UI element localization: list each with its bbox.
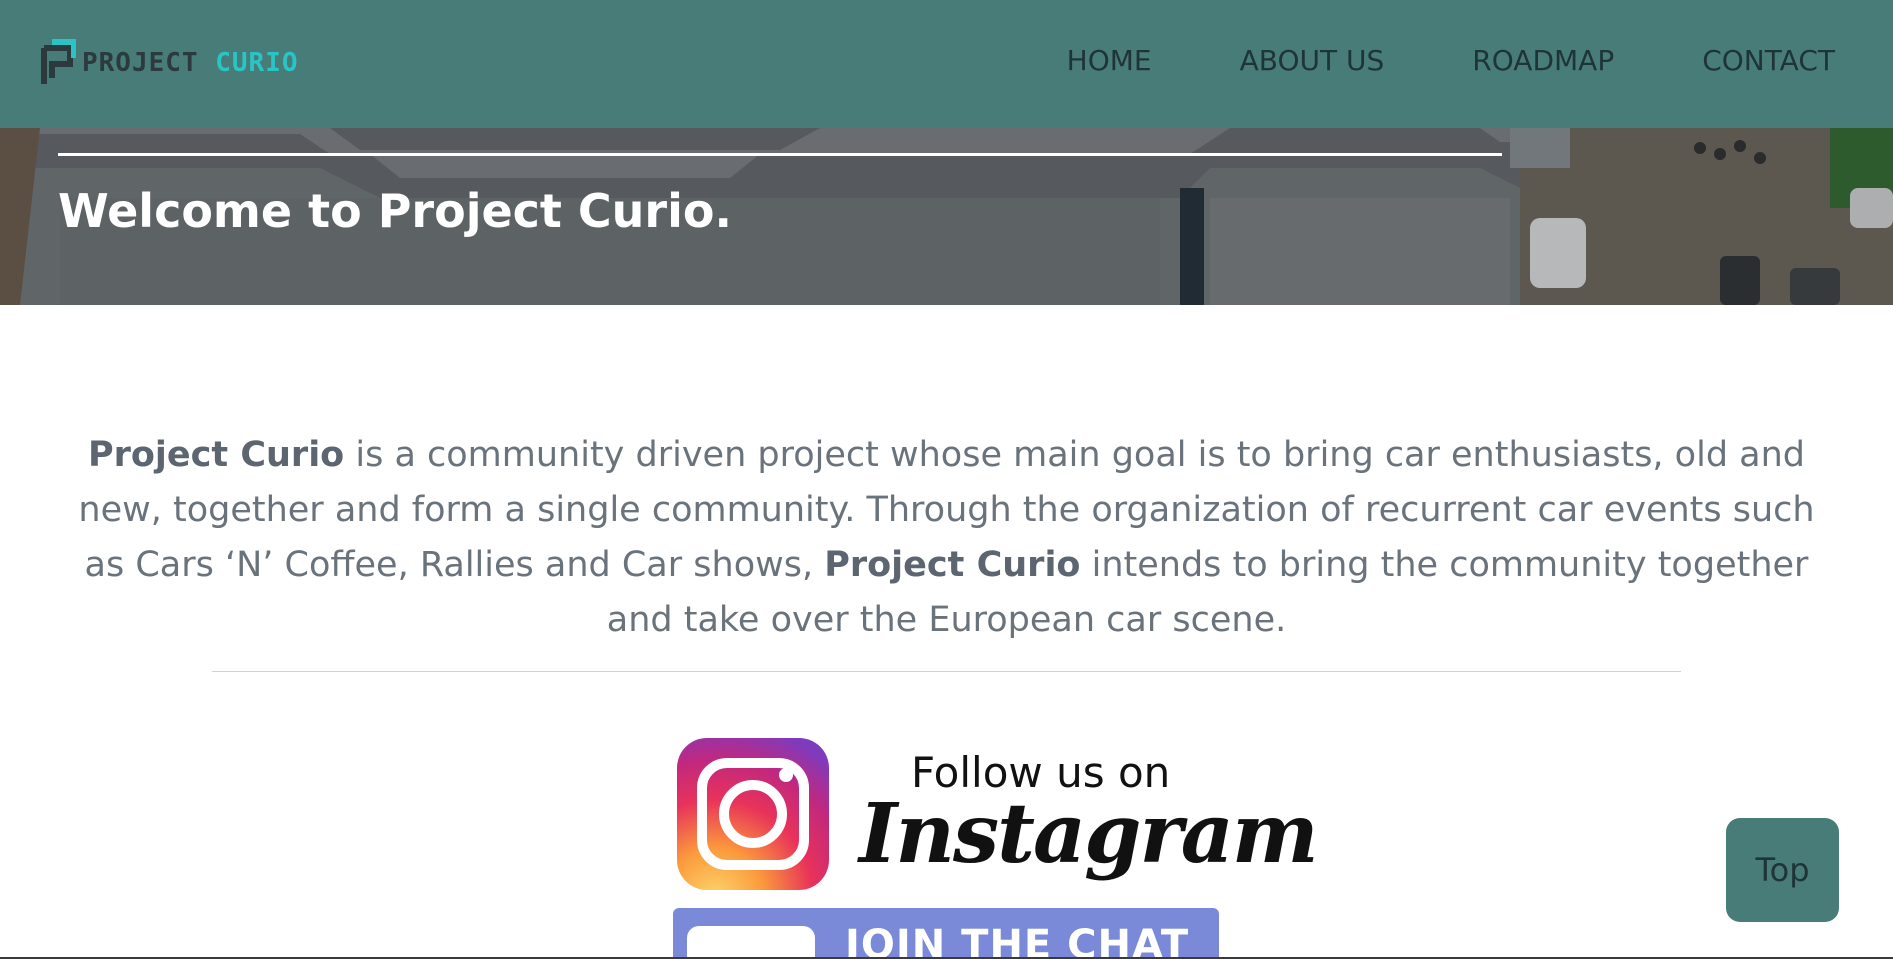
- intro-strong-2: Project Curio: [824, 545, 1081, 585]
- instagram-icon-dot: [779, 768, 793, 782]
- hero-title-prefix: Welcome to: [58, 184, 378, 238]
- hero-title-strong: Project Curio: [377, 184, 715, 238]
- chat-logo-icon: [687, 926, 815, 959]
- intro-paragraph: Project Curio is a community driven proj…: [60, 428, 1833, 648]
- navbar: PROJECT CURIO HOME ABOUT US ROADMAP CONT…: [0, 0, 1893, 128]
- hero-rule: [58, 153, 1502, 156]
- logo-mark-icon: [41, 39, 76, 84]
- nav-home[interactable]: HOME: [1067, 44, 1152, 77]
- instagram-icon-lens: [719, 780, 787, 848]
- instagram-banner[interactable]: Follow us on Instagram: [673, 730, 1319, 907]
- logo-text: PROJECT CURIO: [82, 48, 299, 78]
- intro-strong-1: Project Curio: [87, 435, 345, 475]
- hero-banner: Welcome to Project Curio.: [0, 128, 1893, 305]
- nav-about-us[interactable]: ABOUT US: [1240, 44, 1385, 77]
- nav-links: HOME ABOUT US ROADMAP CONTACT: [979, 44, 1835, 77]
- logo-word-curio: CURIO: [215, 48, 299, 78]
- nav-contact[interactable]: CONTACT: [1702, 44, 1835, 77]
- back-to-top-button[interactable]: Top: [1726, 818, 1839, 922]
- logo[interactable]: PROJECT CURIO: [40, 38, 299, 88]
- join-chat-label: JOIN THE CHAT: [845, 922, 1190, 959]
- nav-roadmap[interactable]: ROADMAP: [1472, 44, 1614, 77]
- hero-title-suffix: .: [714, 184, 732, 238]
- logo-word-project: PROJECT: [82, 48, 199, 78]
- section-divider: [212, 671, 1681, 672]
- hero-title: Welcome to Project Curio.: [58, 184, 732, 238]
- join-chat-banner[interactable]: JOIN THE CHAT: [673, 908, 1219, 959]
- instagram-wordmark: Instagram: [859, 786, 1319, 882]
- instagram-icon: [677, 738, 829, 890]
